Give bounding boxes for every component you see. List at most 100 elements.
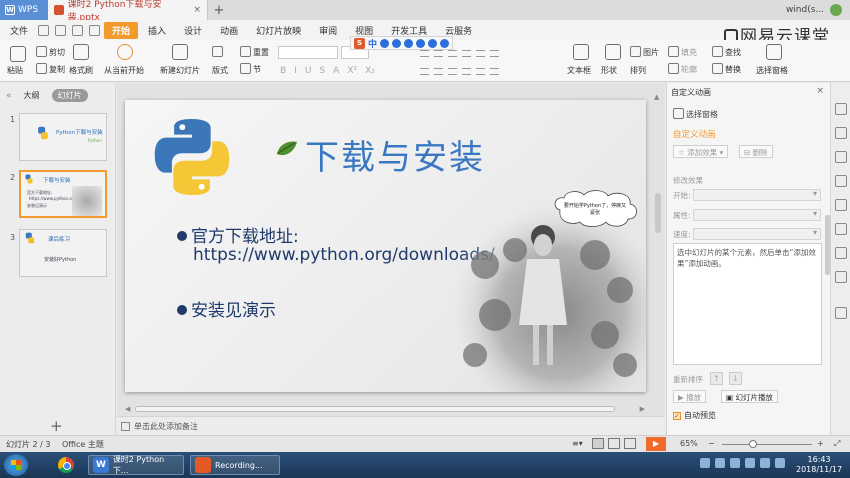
bullet-download[interactable]: 官方下载地址: xyxy=(177,222,299,247)
vertical-scroll-thumb[interactable] xyxy=(655,193,661,233)
align-center-icon[interactable] xyxy=(434,68,443,75)
tab-review[interactable]: 审阅 xyxy=(311,22,345,39)
undo-icon[interactable] xyxy=(72,24,84,36)
columns-icon[interactable] xyxy=(490,68,499,75)
strikethrough-icon[interactable]: S xyxy=(319,66,325,76)
format-painter-button[interactable]: 格式刷 xyxy=(69,65,93,76)
play-from-current-icon[interactable] xyxy=(117,44,133,60)
print-icon[interactable] xyxy=(55,24,67,36)
moon-icon[interactable] xyxy=(380,38,390,48)
zoom-out-button[interactable]: − xyxy=(708,439,715,448)
transition-icon[interactable] xyxy=(835,151,847,163)
distribute-icon[interactable] xyxy=(476,68,485,75)
settings-icon[interactable] xyxy=(835,307,847,319)
keyboard-icon[interactable] xyxy=(404,38,414,48)
play-button[interactable]: ▶ 播放 xyxy=(673,390,707,403)
document-tab[interactable]: 课时2 Python下载与安装.pptx × xyxy=(48,0,208,23)
new-slide-icon[interactable] xyxy=(172,44,188,60)
brush-icon[interactable] xyxy=(73,44,89,60)
justify-icon[interactable] xyxy=(462,68,471,75)
layout-button[interactable]: 版式 xyxy=(212,65,228,76)
outdent-icon[interactable] xyxy=(448,50,457,57)
backup-icon[interactable] xyxy=(835,223,847,235)
shape-button[interactable]: 形状 xyxy=(601,65,617,76)
tab-slideshow[interactable]: 幻灯片放映 xyxy=(248,22,309,39)
tab-outline[interactable]: 大纲 xyxy=(18,89,46,102)
shield-tray-icon[interactable] xyxy=(730,458,740,468)
system-clock[interactable]: 16:43 2018/11/17 xyxy=(796,455,842,475)
user-icon[interactable] xyxy=(416,38,426,48)
speed-select[interactable] xyxy=(693,228,821,240)
animation-list[interactable]: 选中幻灯片的某个元素，然后单击“添加效果”添加动画。 xyxy=(673,243,822,365)
slide-thumbnail-3[interactable]: 课后练习 安装好Python xyxy=(19,229,107,277)
selection-pane-icon[interactable] xyxy=(766,44,782,60)
replace-button[interactable]: 替换 xyxy=(712,63,741,75)
network-tray-icon[interactable] xyxy=(745,458,755,468)
zoom-level[interactable]: 65% xyxy=(680,439,698,448)
add-effect-button[interactable]: ☆ 添加效果 ▾ xyxy=(673,145,729,158)
save-icon[interactable] xyxy=(38,24,50,36)
scroll-left-icon[interactable]: ◀ xyxy=(125,405,130,413)
text-direction-icon[interactable] xyxy=(490,50,499,57)
slide-title[interactable]: 下载与安装 xyxy=(305,130,485,179)
indent-icon[interactable] xyxy=(462,50,471,57)
sorter-view-button[interactable] xyxy=(608,438,620,449)
slide-thumbnail-2[interactable]: 下载与安装 官方下载地址: https://www.python.org/dow… xyxy=(19,170,107,218)
tab-insert[interactable]: 插入 xyxy=(140,22,174,39)
copy-button[interactable]: 复制 xyxy=(36,63,65,75)
align-left-icon[interactable] xyxy=(420,68,429,75)
style-icon[interactable] xyxy=(835,175,847,187)
slideshow-button[interactable]: ▣ 幻灯片播放 xyxy=(721,390,778,403)
normal-view-button[interactable] xyxy=(592,438,604,449)
slide-thumbnail-1[interactable]: Python下载与安装 Python xyxy=(19,113,107,161)
vertical-scrollbar[interactable]: ▲ xyxy=(654,93,662,388)
collapse-pane-icon[interactable]: « xyxy=(6,91,12,101)
line-spacing-icon[interactable] xyxy=(476,50,485,57)
wps-home-tab[interactable]: W WPS xyxy=(0,0,48,20)
notes-toggle-icon[interactable]: ≡▾ xyxy=(572,439,583,448)
reset-button[interactable]: 重置 xyxy=(240,46,269,58)
slideshow-play-button[interactable]: ▶ xyxy=(646,437,666,451)
italic-icon[interactable]: I xyxy=(294,66,297,76)
avatar[interactable] xyxy=(830,4,842,16)
horizontal-scroll-thumb[interactable] xyxy=(135,406,615,412)
share-icon[interactable] xyxy=(835,247,847,259)
horizontal-scrollbar[interactable]: ◀ ▶ xyxy=(125,405,645,414)
taskbar-recorder[interactable]: Recording... xyxy=(190,455,280,475)
property-select[interactable] xyxy=(693,209,821,221)
redo-icon[interactable] xyxy=(89,24,101,36)
tab-animation[interactable]: 动画 xyxy=(212,22,246,39)
keyboard-tray-icon[interactable] xyxy=(700,458,710,468)
punctuation-icon[interactable] xyxy=(392,38,402,48)
animation-pane-icon[interactable] xyxy=(835,103,847,115)
task-pane-title[interactable]: 自定义动画 xyxy=(671,87,711,98)
subscript-icon[interactable]: X₂ xyxy=(365,66,375,76)
slide-canvas[interactable]: 下载与安装 官方下载地址: https://www.python.org/dow… xyxy=(125,100,646,392)
skin-icon[interactable] xyxy=(428,38,438,48)
paste-icon[interactable] xyxy=(10,46,26,62)
select-pane-link[interactable]: 选择窗格 xyxy=(673,108,718,120)
delete-effect-button[interactable]: ⊟ 删除 xyxy=(739,145,773,158)
align-right-icon[interactable] xyxy=(448,68,457,75)
user-name[interactable]: wind(s... xyxy=(786,5,824,15)
file-menu[interactable]: 文件 xyxy=(4,24,34,37)
bold-icon[interactable]: B xyxy=(280,66,286,76)
font-color-icon[interactable]: A xyxy=(333,66,339,76)
font-name-select[interactable] xyxy=(278,46,338,59)
gear-icon[interactable] xyxy=(440,38,450,48)
picture-button[interactable]: 图片 xyxy=(630,46,659,58)
cut-button[interactable]: 剪切 xyxy=(36,46,65,58)
selection-pane-button[interactable]: 选择窗格 xyxy=(756,65,788,76)
ime-tray-icon[interactable] xyxy=(715,458,725,468)
textbox-button[interactable]: 文本框 xyxy=(567,65,591,76)
zoom-slider-thumb[interactable] xyxy=(749,440,757,448)
start-select[interactable] xyxy=(693,189,821,201)
scroll-right-icon[interactable]: ▶ xyxy=(640,405,645,413)
move-up-icon[interactable]: ↑ xyxy=(710,372,723,385)
chinese-mode-button[interactable]: 中 xyxy=(368,37,377,50)
arrange-button[interactable]: 排列 xyxy=(630,65,646,76)
taskbar-wps[interactable]: W 课时2 Python下... xyxy=(88,455,184,475)
autopreview-checkbox[interactable]: ✓ 自动预览 xyxy=(673,410,716,421)
help-icon[interactable] xyxy=(835,271,847,283)
property-icon[interactable] xyxy=(835,199,847,211)
